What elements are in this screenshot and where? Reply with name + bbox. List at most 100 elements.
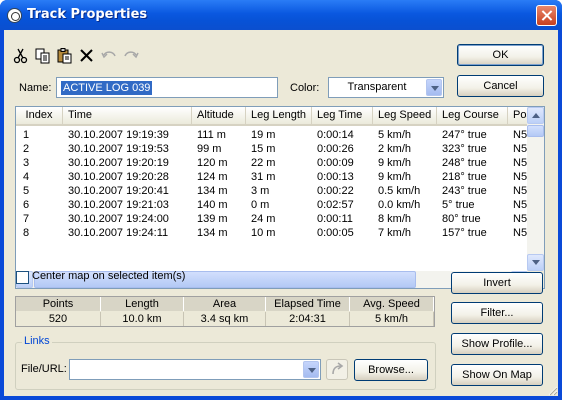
browse-button[interactable]: Browse... (354, 359, 428, 381)
table-cell: 30.10.2007 19:20:19 (68, 157, 169, 169)
table-cell: 5° true (442, 199, 475, 211)
table-row[interactable]: 8 30.10.2007 19:24:11 134 m 10 m 0:00:05 7 km… (16, 226, 544, 240)
table-cell: 15 m (251, 143, 276, 155)
table-header: Index Time Altitude Leg Length Leg Time Leg S… (16, 107, 544, 126)
stat-value: 2:04:31 (266, 312, 350, 326)
table-row[interactable]: 2 30.10.2007 19:19:53 99 m 15 m 0:00:26 2 km/… (16, 142, 544, 156)
table-cell: 30.10.2007 19:20:28 (68, 171, 169, 183)
table-cell: 9 km/h (378, 157, 412, 169)
center-map-label: Center map on selected item(s) (32, 270, 186, 282)
table-cell: 8 (23, 227, 30, 239)
show-profile-button[interactable]: Show Profile... (451, 333, 543, 355)
window-frame-left (0, 30, 4, 400)
table-row[interactable]: 3 30.10.2007 19:20:19 120 m 22 m 0:00:09 9 km… (16, 156, 544, 170)
table-cell: 157° true (442, 227, 487, 239)
column-header[interactable]: Leg Course (437, 107, 508, 124)
track-points-table[interactable]: Index Time Altitude Leg Length Leg Time Leg S… (15, 106, 545, 289)
vertical-scrollbar[interactable] (527, 107, 544, 271)
delete-icon[interactable] (78, 47, 96, 65)
close-button[interactable] (536, 5, 557, 26)
paste-icon[interactable] (56, 47, 74, 65)
table-cell: 0:00:11 (317, 213, 353, 225)
file-url-combo[interactable] (69, 359, 321, 380)
stat-value: 5 km/h (350, 312, 434, 326)
column-header[interactable]: Leg Length (246, 107, 312, 124)
table-cell: 0:00:05 (317, 227, 354, 239)
table-row[interactable]: 5 30.10.2007 19:20:41 134 m 3 m 0:00:22 0.5 k… (16, 184, 544, 198)
title-bar[interactable]: Track Properties (0, 0, 562, 30)
table-cell: 323° true (442, 143, 487, 155)
color-select-value: Transparent (347, 81, 407, 93)
cancel-button[interactable]: Cancel (457, 75, 544, 97)
scroll-up-button[interactable] (527, 107, 544, 124)
scroll-down-button[interactable] (527, 254, 544, 271)
stat-header: Avg. Speed (350, 297, 434, 311)
invert-button[interactable]: Invert (451, 272, 543, 294)
column-header[interactable]: Index (16, 107, 63, 124)
window-frame-bottom (0, 396, 562, 400)
stat-value: 520 (16, 312, 101, 326)
copy-icon[interactable] (34, 47, 52, 65)
table-row[interactable]: 1 30.10.2007 19:19:39 111 m 19 m 0:00:14 5 km… (16, 128, 544, 142)
table-cell: 22 m (251, 157, 276, 169)
column-header[interactable]: Altitude (192, 107, 246, 124)
column-header[interactable]: Leg Speed (373, 107, 437, 124)
table-cell: 30.10.2007 19:19:53 (68, 143, 169, 155)
table-cell: 9 km/h (378, 171, 412, 183)
window-frame-right (558, 30, 562, 400)
resize-grip-icon[interactable] (546, 384, 558, 396)
show-on-map-button[interactable]: Show On Map (451, 364, 543, 386)
table-row[interactable]: 6 30.10.2007 19:21:03 140 m 0 m 0:02:57 0.0 k… (16, 198, 544, 212)
table-cell: 8 km/h (378, 213, 412, 225)
column-header[interactable]: Leg Time (312, 107, 373, 124)
center-map-checkbox[interactable] (16, 271, 29, 284)
table-cell: 6 (23, 199, 30, 211)
color-select[interactable]: Transparent (328, 77, 444, 98)
chevron-down-icon[interactable] (426, 79, 442, 96)
name-input[interactable]: ACTIVE LOG 039 (56, 77, 278, 98)
table-cell: 30.10.2007 19:20:41 (68, 185, 169, 197)
table-cell: 2 (23, 143, 30, 155)
stat-header: Elapsed Time (266, 297, 350, 311)
stat-header: Points (16, 297, 101, 311)
table-cell: 7 (23, 213, 30, 225)
cut-icon[interactable] (12, 47, 30, 65)
table-cell: 5 (23, 185, 30, 197)
table-cell: 4 (23, 171, 30, 183)
color-label: Color: (290, 82, 320, 94)
table-cell: 0:02:57 (317, 199, 354, 211)
table-cell: 120 m (197, 157, 228, 169)
filter-button[interactable]: Filter... (451, 302, 543, 324)
table-cell: 140 m (197, 199, 228, 211)
table-cell: 7 km/h (378, 227, 412, 239)
stat-column: Area 3.4 sq km (184, 297, 266, 326)
name-input-value: ACTIVE LOG 039 (61, 81, 153, 95)
table-cell: 243° true (442, 185, 487, 197)
table-cell: 10 m (251, 227, 276, 239)
track-statistics: Points 520 Length 10.0 km Area 3.4 sq km Elaps… (15, 296, 435, 327)
table-cell: 24 m (251, 213, 276, 225)
undo-icon (100, 47, 118, 65)
dialog-body: OK Cancel Name: ACTIVE LOG 039 Color: Tr… (4, 30, 558, 396)
table-cell: 0:00:13 (317, 171, 354, 183)
table-cell: 139 m (197, 213, 228, 225)
table-cell: 80° true (442, 213, 481, 225)
table-cell: 31 m (251, 171, 276, 183)
chevron-down-icon[interactable] (303, 361, 319, 378)
open-link-button (326, 359, 348, 380)
stat-header: Length (101, 297, 184, 311)
ok-button[interactable]: OK (457, 44, 544, 66)
stat-column: Points 520 (16, 297, 101, 326)
table-cell: 99 m (197, 143, 222, 155)
table-cell: 0 m (251, 199, 270, 211)
redo-icon (122, 47, 140, 65)
file-url-label: File/URL: (21, 363, 67, 375)
table-cell: 0.5 km/h (378, 185, 421, 197)
stat-column: Avg. Speed 5 km/h (350, 297, 434, 326)
table-row[interactable]: 7 30.10.2007 19:24:00 139 m 24 m 0:00:11 8 km… (16, 212, 544, 226)
table-row[interactable]: 4 30.10.2007 19:20:28 124 m 31 m 0:00:13 9 km… (16, 170, 544, 184)
vertical-scroll-thumb[interactable] (527, 125, 544, 137)
column-header[interactable]: Time (63, 107, 192, 124)
table-cell: 111 m (197, 129, 226, 141)
table-cell: 124 m (197, 171, 228, 183)
